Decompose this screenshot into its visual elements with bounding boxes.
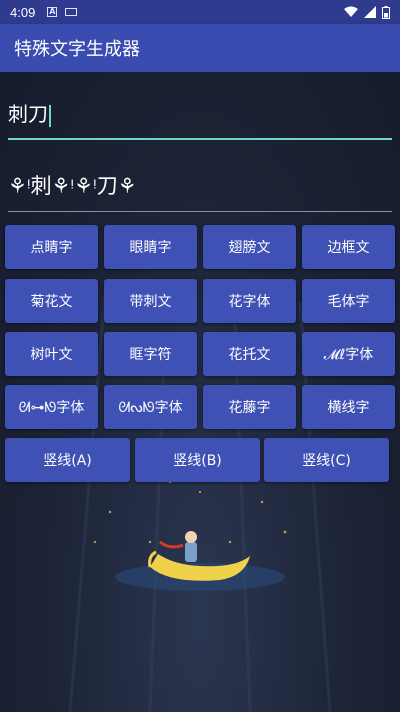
keyboard-icon — [65, 8, 78, 16]
input-underline — [8, 138, 392, 140]
style-button-row3-4[interactable]: 𝓜ℓ字体 — [302, 332, 395, 376]
signal-icon — [364, 6, 376, 18]
style-button-row3-1[interactable]: 树叶文 — [5, 332, 98, 376]
style-button-row2-3[interactable]: 花字体 — [203, 279, 296, 323]
battery-icon — [382, 5, 390, 19]
style-button-row3-3[interactable]: 花托文 — [203, 332, 296, 376]
app-title: 特殊文字生成器 — [14, 39, 140, 60]
text-input-field[interactable]: 刺刀 — [8, 90, 392, 140]
status-bar: 4:09 A — [0, 0, 400, 24]
output-underline — [8, 211, 392, 212]
style-button-row1-1[interactable]: 点睛字 — [5, 225, 98, 269]
style-button-row2-2[interactable]: 带刺文 — [104, 279, 197, 323]
text-caret — [49, 104, 51, 127]
status-time: 4:09 — [10, 4, 36, 20]
notification-a-icon: A — [47, 7, 58, 17]
style-button-row5-3[interactable]: 竖线(C) — [264, 438, 389, 482]
status-right — [344, 5, 390, 19]
style-button-row5-1[interactable]: 竖线(A) — [5, 438, 130, 482]
main-content: 刺刀 ⚘ᵎ刺⚘ᵎ⚘ᵎ刀⚘ 点睛字 眼睛字 翅膀文 边框文菊花文 带刺文 花字体 毛体字树叶文… — [0, 72, 400, 712]
app-bar: 特殊文字生成器 — [0, 24, 400, 72]
style-button-row3-2[interactable]: 眶字符 — [104, 332, 197, 376]
style-button-row5-2[interactable]: 竖线(B) — [135, 438, 260, 482]
output-text: ⚘ᵎ刺⚘ᵎ⚘ᵎ刀⚘ — [8, 174, 137, 198]
style-button-row1-4[interactable]: 边框文 — [302, 225, 395, 269]
result-output-field[interactable]: ⚘ᵎ刺⚘ᵎ⚘ᵎ刀⚘ — [8, 160, 392, 212]
input-text: 刺刀 — [8, 98, 51, 127]
style-button-row2-4[interactable]: 毛体字 — [302, 279, 395, 323]
style-button-row1-3[interactable]: 翅膀文 — [203, 225, 296, 269]
style-button-row4-1[interactable]: ᘛ⊶ᘚ字体 — [5, 385, 98, 429]
wifi-icon — [344, 6, 358, 17]
style-button-row1-2[interactable]: 眼睛字 — [104, 225, 197, 269]
style-button-row4-4[interactable]: 横线字 — [302, 385, 395, 429]
style-button-row4-3[interactable]: 花藤字 — [203, 385, 296, 429]
style-button-row2-1[interactable]: 菊花文 — [5, 279, 98, 323]
style-button-row4-2[interactable]: ᘛᔓᘚ字体 — [104, 385, 197, 429]
